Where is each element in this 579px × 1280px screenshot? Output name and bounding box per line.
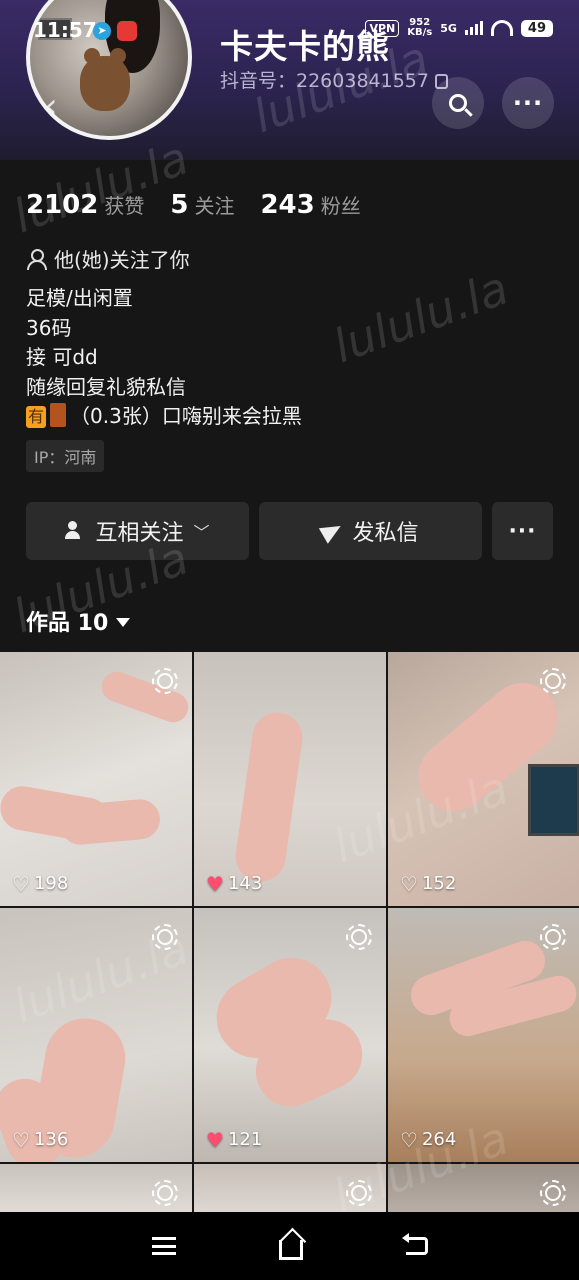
work-tile[interactable] — [194, 1164, 386, 1212]
bio-line: 接 可dd — [26, 345, 98, 369]
tv-screen — [528, 764, 579, 836]
profile-card: 2102 获赞 5 关注 243 粉丝 他(她)关注了你 足模/出闲置 36码 … — [0, 164, 579, 584]
heart-icon: ♥ — [206, 1127, 224, 1152]
following-label[interactable]: 关注 — [194, 190, 234, 219]
send-message-label: 发私信 — [352, 521, 419, 546]
work-tile[interactable] — [0, 1164, 192, 1212]
work-tile[interactable] — [388, 1164, 579, 1212]
live-photo-icon — [346, 1180, 372, 1206]
mutual-follow-label: 互相关注 — [95, 521, 184, 546]
wifi-icon — [490, 20, 513, 36]
ip-location-tag: IP：河南 — [26, 440, 105, 472]
like-count: ♥ 121 — [206, 1129, 262, 1150]
work-tile[interactable]: ♡ 152 — [388, 652, 579, 906]
works-tab[interactable]: 作品 10 — [26, 605, 131, 637]
like-count: ♡ 152 — [400, 873, 456, 894]
profile-stats: 2102 获赞 5 关注 243 粉丝 — [26, 190, 387, 220]
douyin-id-text: 抖音号：22603841557 — [220, 70, 429, 92]
like-count-value: 198 — [33, 873, 69, 894]
following-count[interactable]: 5 — [170, 190, 188, 220]
bio-line: 有 （0.3张）口嗨别来会拉黑 — [26, 402, 302, 432]
bio-line-text: （0.3张）口嗨别来会拉黑 — [70, 404, 302, 428]
header-more-button[interactable]: ··· — [502, 77, 554, 129]
heart-icon: ♡ — [12, 1127, 30, 1152]
douyin-id: 抖音号：22603841557 — [220, 66, 448, 93]
work-tile[interactable]: ♡ 136 — [0, 908, 192, 1162]
works-grid: ♡ 198 ♥ 143 ♡ 152 ♡ 136 ♥ 121 ♡ 264 — [0, 652, 579, 1212]
search-button[interactable] — [432, 77, 484, 129]
heart-icon: ♡ — [12, 871, 30, 896]
bio: 足模/出闲置 36码 接 可dd 随缘回复礼貌私信 有 （0.3张）口嗨别来会拉黑 — [26, 284, 302, 432]
followers-label[interactable]: 粉丝 — [321, 190, 361, 219]
person-check-icon — [65, 521, 85, 541]
live-photo-icon — [152, 1180, 178, 1206]
system-nav-bar — [0, 1212, 579, 1280]
work-tile[interactable]: ♥ 143 — [194, 652, 386, 906]
bio-line: 36码 — [26, 315, 72, 340]
network-type: 5G — [440, 21, 457, 35]
chevron-down-icon: ﹀ — [193, 523, 210, 542]
heart-icon: ♡ — [400, 871, 418, 896]
like-count-value: 152 — [421, 873, 457, 894]
system-status-icons: VPN 952 KB/s 5G 49 — [365, 18, 553, 38]
follows-you-text: 他(她)关注了你 — [54, 248, 190, 272]
status-time: 11:57 — [33, 18, 97, 42]
heart-icon: ♥ — [206, 871, 224, 896]
like-count-value: 264 — [421, 1129, 457, 1150]
have-emoji-icon: 有 — [26, 406, 47, 428]
send-icon — [319, 518, 346, 544]
battery-icon: 49 — [520, 19, 553, 37]
like-count: ♡ 264 — [400, 1129, 456, 1150]
avatar-teddy-bear — [80, 48, 130, 111]
followers-count[interactable]: 243 — [260, 190, 314, 220]
signal-bars-icon — [464, 21, 483, 35]
live-photo-icon — [540, 924, 566, 950]
net-speed-unit: KB/s — [407, 27, 433, 38]
like-count: ♥ 143 — [206, 873, 262, 894]
work-tile[interactable]: ♥ 121 — [194, 908, 386, 1162]
like-count-value: 136 — [33, 1129, 69, 1150]
menu-icon[interactable] — [151, 1237, 176, 1255]
like-count-value: 121 — [227, 1129, 263, 1150]
caret-down-icon — [116, 618, 131, 627]
works-tab-label: 作品 10 — [26, 611, 109, 636]
live-photo-icon — [346, 924, 372, 950]
heart-icon: ♡ — [400, 1127, 418, 1152]
back-icon[interactable] — [401, 1233, 428, 1255]
live-photo-icon — [540, 668, 566, 694]
likes-count: 2102 — [26, 190, 99, 220]
more-icon: ··· — [512, 89, 544, 117]
bio-line: 足模/出闲置 — [26, 286, 133, 310]
like-count-value: 143 — [227, 873, 263, 894]
search-icon — [449, 94, 467, 112]
vpn-icon: VPN — [365, 19, 400, 37]
profile-more-button[interactable]: ··· — [492, 502, 553, 560]
like-count: ♡ 136 — [12, 1129, 68, 1150]
live-photo-icon — [152, 924, 178, 950]
back-chevron-icon[interactable]: ‹ — [44, 86, 58, 126]
bio-line: 随缘回复礼貌私信 — [26, 374, 186, 399]
profile-header: 11:57 ➤ ‹ 卡夫卡的熊 抖音号：22603841557 VPN 952 K… — [0, 0, 579, 160]
like-count: ♡ 198 — [12, 873, 68, 894]
work-tile[interactable]: ♡ 198 — [0, 652, 192, 906]
telegram-icon: ➤ — [93, 22, 111, 40]
net-speed: 952 KB/s — [407, 18, 432, 38]
send-message-button[interactable]: 发私信 — [259, 502, 482, 560]
home-icon[interactable] — [278, 1240, 303, 1260]
live-photo-icon — [540, 1180, 566, 1206]
more-icon: ··· — [508, 518, 537, 544]
work-tile[interactable]: ♡ 264 — [388, 908, 579, 1162]
likes-label: 获赞 — [104, 194, 145, 218]
notification-app-icon — [117, 21, 137, 41]
mutual-follow-button[interactable]: 互相关注 ﹀ — [26, 502, 249, 560]
door-emoji-icon — [50, 403, 67, 427]
follows-you-notice: 他(她)关注了你 — [26, 244, 190, 273]
live-photo-icon — [152, 668, 178, 694]
user-icon — [26, 248, 47, 270]
